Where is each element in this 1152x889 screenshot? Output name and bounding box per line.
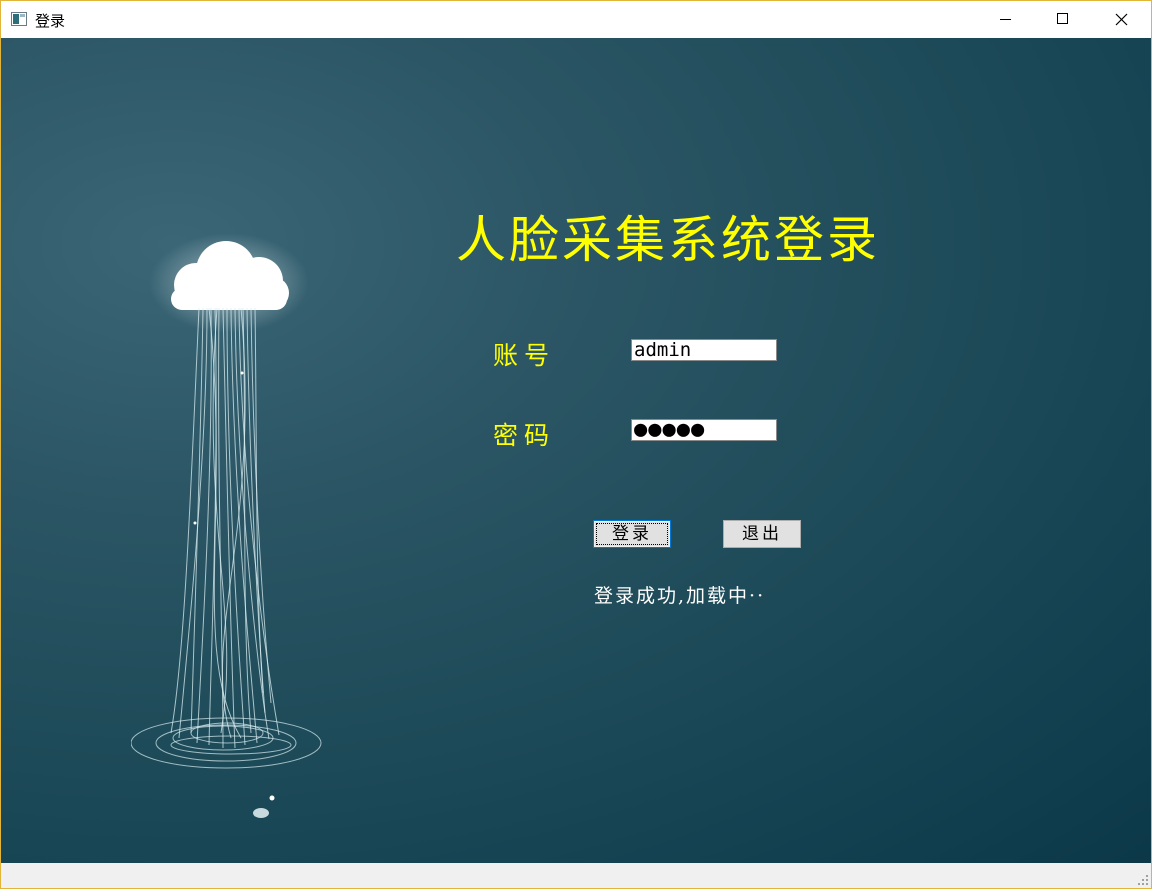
window-app-icon <box>11 12 27 26</box>
login-button[interactable]: 登录 <box>593 520 671 548</box>
exit-button[interactable]: 退出 <box>723 520 801 548</box>
minimize-icon <box>1000 19 1011 20</box>
account-input[interactable] <box>631 339 777 361</box>
cloud-rain-illustration <box>131 233 322 818</box>
status-bar <box>1 863 1151 888</box>
account-label: 账号 <box>493 341 556 370</box>
minimize-button[interactable] <box>976 1 1034 38</box>
password-input[interactable]: ●●●●● <box>631 419 777 441</box>
login-panel: 人脸采集系统登录 账号 密码 ●●●●● 登录 退出 登录成功,加载中·· <box>1 38 1151 863</box>
login-window: 登录 人脸采集系统登录 账号 admin 密码 ●●●●● 登录 退出 登录成功… <box>0 0 1152 889</box>
status-message: 登录成功,加载中·· <box>594 585 766 607</box>
resize-grip-icon[interactable] <box>1137 874 1149 886</box>
close-icon <box>1115 13 1128 26</box>
password-label: 密码 <box>493 421 556 450</box>
maximize-icon <box>1057 13 1068 24</box>
close-button[interactable] <box>1092 1 1150 38</box>
title-bar[interactable]: 登录 <box>1 1 1151 38</box>
maximize-button[interactable] <box>1034 1 1092 38</box>
window-title: 登录 <box>35 12 66 30</box>
page-title: 人脸采集系统登录 <box>456 211 880 269</box>
